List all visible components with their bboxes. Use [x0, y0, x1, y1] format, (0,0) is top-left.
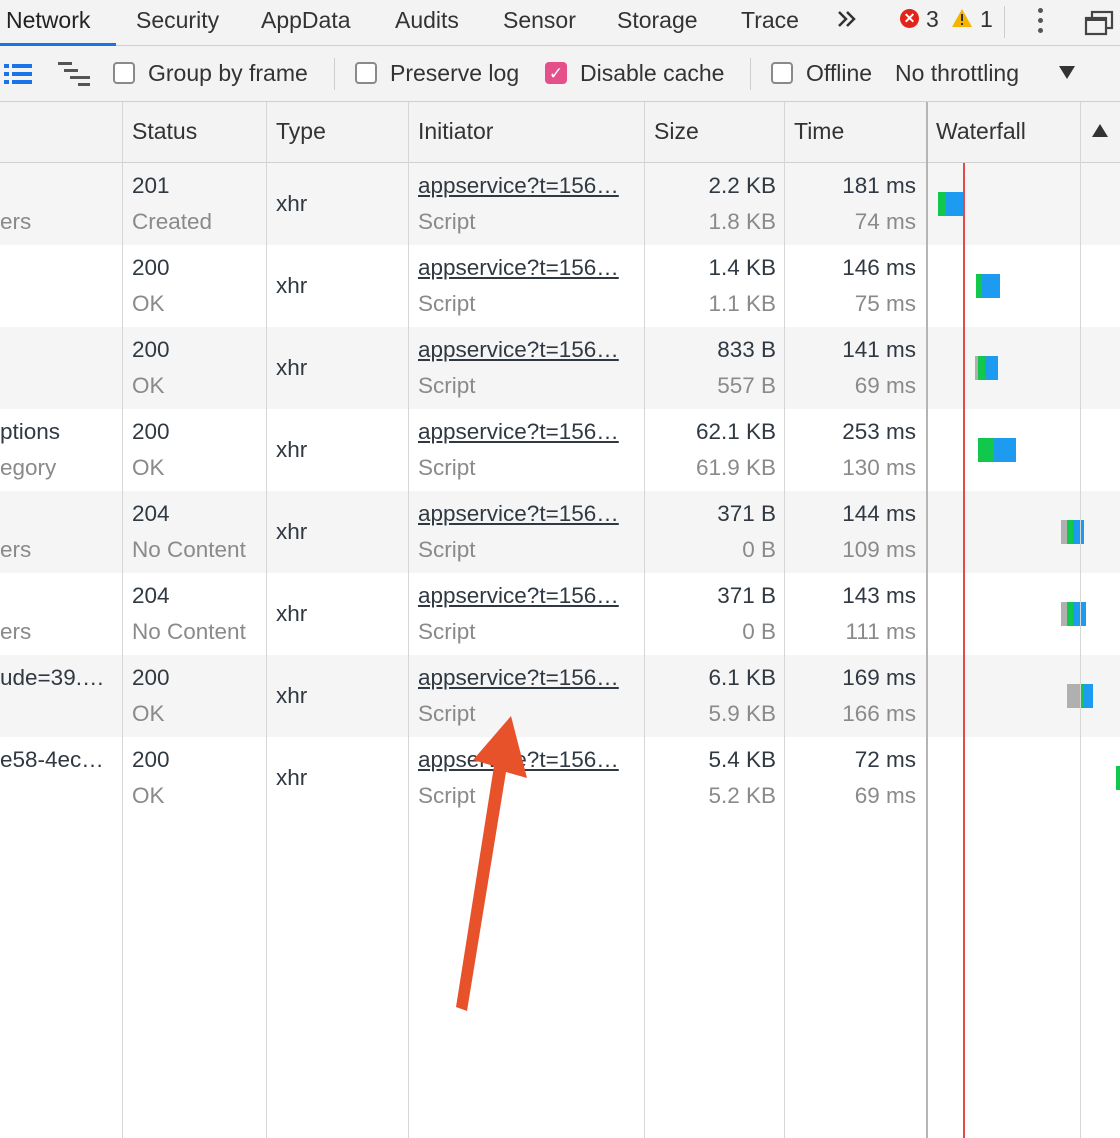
disable-cache-checkbox[interactable]: ✓: [545, 62, 567, 84]
waterfall-bar[interactable]: [0, 520, 1120, 544]
group-by-frame-checkbox[interactable]: [113, 62, 135, 84]
waterfall-segment-download: [1084, 684, 1093, 708]
table-row[interactable]: 200 OK xhr appservice?t=156… Script 833 B 557 …: [0, 327, 1120, 409]
tab-audits[interactable]: Audits: [395, 0, 459, 46]
waterfall-segment-download: [994, 438, 1016, 462]
column-divider[interactable]: [644, 102, 645, 1138]
dropdown-arrow-icon[interactable]: [1059, 66, 1075, 79]
overview-icon[interactable]: [58, 62, 92, 91]
waterfall-segment-download: [985, 356, 998, 380]
warning-count[interactable]: 1: [980, 6, 993, 33]
column-header-waterfall[interactable]: Waterfall: [936, 118, 1026, 145]
error-icon[interactable]: ✕: [900, 9, 919, 28]
tab-appdata[interactable]: AppData: [261, 0, 351, 46]
throttling-select[interactable]: No throttling: [895, 60, 1019, 87]
waterfall-segment-waiting: [938, 192, 946, 216]
load-event-marker: [963, 163, 965, 1138]
waterfall-bar[interactable]: [0, 192, 1120, 216]
network-toolbar: Group by frame Preserve log ✓ Disable ca…: [0, 46, 1120, 102]
column-divider[interactable]: [266, 102, 267, 1138]
column-divider[interactable]: [1080, 102, 1081, 1138]
sort-ascending-icon[interactable]: [1092, 124, 1108, 137]
double-chevron-right-icon[interactable]: [836, 6, 858, 37]
tab-trace[interactable]: Trace: [741, 0, 799, 46]
offline-checkbox[interactable]: [771, 62, 793, 84]
warning-icon[interactable]: [951, 8, 973, 33]
table-row[interactable]: ers 201 Created xhr appservice?t=156… Script 2…: [0, 163, 1120, 245]
network-request-table: Status Type Initiator Size Time Waterfal…: [0, 102, 1120, 1138]
waterfall-segment-download: [1073, 520, 1084, 544]
disable-cache-label[interactable]: Disable cache: [580, 60, 724, 87]
waterfall-bar[interactable]: [0, 274, 1120, 298]
divider: [1004, 6, 1005, 38]
waterfall-bar[interactable]: [0, 602, 1120, 626]
devtools-tab-bar: Network Security AppData Audits Sensor S…: [0, 0, 1120, 46]
table-header: Status Type Initiator Size Time Waterfal…: [0, 102, 1120, 163]
waterfall-bar[interactable]: [0, 356, 1120, 380]
column-header-time[interactable]: Time: [794, 118, 844, 145]
column-divider[interactable]: [408, 102, 409, 1138]
group-by-frame-label[interactable]: Group by frame: [148, 60, 308, 87]
offline-label[interactable]: Offline: [806, 60, 872, 87]
preserve-log-checkbox[interactable]: [355, 62, 377, 84]
column-divider[interactable]: [926, 102, 928, 1138]
tab-sensor[interactable]: Sensor: [503, 0, 576, 46]
waterfall-segment-download: [946, 192, 964, 216]
divider: [334, 58, 335, 90]
tab-network[interactable]: Network: [6, 0, 90, 46]
table-row[interactable]: ers 204 No Content xhr appservice?t=156… Scri…: [0, 491, 1120, 573]
column-divider[interactable]: [784, 102, 785, 1138]
divider: [750, 58, 751, 90]
column-divider[interactable]: [122, 102, 123, 1138]
waterfall-bar[interactable]: [0, 684, 1120, 708]
column-header-size[interactable]: Size: [654, 118, 699, 145]
preserve-log-label[interactable]: Preserve log: [390, 60, 519, 87]
waterfall-segment-download: [982, 274, 1000, 298]
undock-icon[interactable]: [1084, 10, 1114, 36]
table-row[interactable]: 200 OK xhr appservice?t=156… Script 1.4 KB 1.1…: [0, 245, 1120, 327]
waterfall-segment-waiting: [978, 438, 994, 462]
column-header-status[interactable]: Status: [132, 118, 197, 145]
waterfall-segment-waiting: [978, 356, 985, 380]
column-header-initiator[interactable]: Initiator: [418, 118, 493, 145]
tab-storage[interactable]: Storage: [617, 0, 698, 46]
table-row[interactable]: e58-4ec… 200 OK xhr appservice?t=156… Script 5…: [0, 737, 1120, 819]
column-header-type[interactable]: Type: [276, 118, 326, 145]
large-rows-icon[interactable]: [4, 64, 34, 89]
waterfall-bar[interactable]: [0, 766, 1120, 790]
more-options-icon[interactable]: [1032, 6, 1048, 38]
table-row[interactable]: ers 204 No Content xhr appservice?t=156… Scri…: [0, 573, 1120, 655]
table-row[interactable]: ptions egory 200 OK xhr appservice?t=156… Scri…: [0, 409, 1120, 491]
tab-security[interactable]: Security: [136, 0, 219, 46]
error-count[interactable]: 3: [926, 6, 939, 33]
waterfall-segment-queue: [1067, 684, 1081, 708]
waterfall-bar[interactable]: [0, 438, 1120, 462]
table-row[interactable]: ude=39.… 200 OK xhr appservice?t=156… Script 6…: [0, 655, 1120, 737]
waterfall-segment-waiting: [1116, 766, 1120, 790]
